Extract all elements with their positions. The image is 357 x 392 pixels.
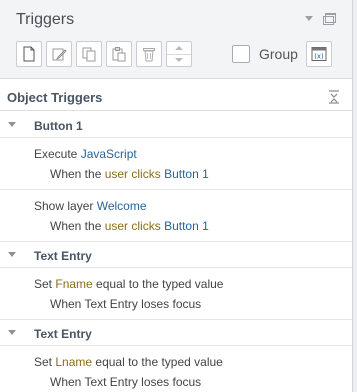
object-name: Text Entry	[34, 249, 92, 263]
triggers-panel-header: Triggers Group (x)	[0, 0, 352, 79]
trigger-condition: When the user clicks Button 1	[50, 219, 209, 233]
trigger-action: Set Lname equal to the typed value	[34, 355, 223, 369]
condition-text: When the	[50, 167, 105, 181]
trigger-row[interactable]: Set Lname equal to the typed value When …	[0, 346, 352, 392]
action-text: Set	[34, 355, 56, 369]
object-row-text-entry[interactable]: Text Entry	[0, 242, 352, 268]
panel-menu-chevron-icon[interactable]	[305, 15, 313, 21]
object-row-button-1[interactable]: Button 1	[0, 112, 352, 138]
undock-panel-icon[interactable]	[323, 13, 336, 25]
new-trigger-button[interactable]	[16, 41, 42, 67]
section-title: Object Triggers	[7, 90, 103, 105]
object-name: Button 1	[34, 119, 83, 133]
manage-variables-button[interactable]: (x)	[306, 41, 332, 67]
delete-icon	[143, 48, 155, 62]
trigger-condition: When Text Entry loses focus	[50, 297, 202, 311]
object-row-text-entry[interactable]: Text Entry	[0, 320, 352, 346]
move-up-button[interactable]	[167, 42, 191, 55]
trigger-row[interactable]: Execute JavaScript When the user clicks …	[0, 138, 352, 190]
expand-chevron-icon[interactable]	[8, 330, 16, 335]
action-link[interactable]: Welcome	[97, 199, 147, 213]
event-link[interactable]: user clicks	[105, 167, 161, 181]
action-text-tail: equal to the typed value	[92, 355, 223, 369]
svg-text:(x): (x)	[314, 53, 324, 61]
object-name: Text Entry	[34, 327, 92, 341]
object-link[interactable]: Button 1	[164, 219, 209, 233]
trigger-condition: When Text Entry loses focus	[50, 375, 202, 389]
trigger-action: Set Fname equal to the typed value	[34, 277, 223, 291]
copy-icon	[82, 47, 96, 62]
group-label: Group	[259, 46, 298, 62]
expand-chevron-icon[interactable]	[8, 252, 16, 257]
action-link[interactable]: JavaScript	[81, 147, 137, 161]
move-down-button[interactable]	[167, 55, 191, 67]
event-link[interactable]: user clicks	[105, 219, 161, 233]
action-text: Set	[34, 277, 56, 291]
condition-text: When the	[50, 219, 105, 233]
copy-trigger-button[interactable]	[76, 41, 102, 67]
edit-icon	[52, 48, 67, 61]
triggers-toolbar	[16, 41, 192, 67]
variable-link[interactable]: Lname	[55, 355, 92, 369]
variable-link[interactable]: Fname	[55, 277, 92, 291]
trigger-action: Show layer Welcome	[34, 199, 147, 213]
trigger-row[interactable]: Set Fname equal to the typed value When …	[0, 268, 352, 320]
collapse-all-icon[interactable]	[329, 90, 339, 104]
reorder-stepper	[166, 41, 192, 67]
panel-right-edge	[352, 0, 357, 392]
edit-trigger-button[interactable]	[46, 41, 72, 67]
new-trigger-icon	[23, 46, 35, 62]
paste-icon	[112, 47, 126, 62]
object-link[interactable]: Button 1	[164, 167, 209, 181]
variables-icon: (x)	[311, 47, 327, 61]
arrow-down-icon	[175, 58, 183, 63]
delete-trigger-button[interactable]	[136, 41, 162, 67]
trigger-condition: When the user clicks Button 1	[50, 167, 209, 181]
action-text: Execute	[34, 147, 81, 161]
action-text-tail: equal to the typed value	[92, 277, 224, 291]
trigger-row[interactable]: Show layer Welcome When the user clicks …	[0, 190, 352, 242]
trigger-list: Button 1 Execute JavaScript When the use…	[0, 112, 352, 392]
trigger-action: Execute JavaScript	[34, 147, 137, 161]
expand-chevron-icon[interactable]	[8, 122, 16, 127]
object-triggers-header[interactable]: Object Triggers	[0, 84, 352, 111]
panel-title: Triggers	[16, 11, 75, 28]
paste-trigger-button[interactable]	[106, 41, 132, 67]
action-text: Show layer	[34, 199, 97, 213]
group-checkbox[interactable]	[232, 45, 250, 63]
arrow-up-icon	[175, 45, 183, 50]
